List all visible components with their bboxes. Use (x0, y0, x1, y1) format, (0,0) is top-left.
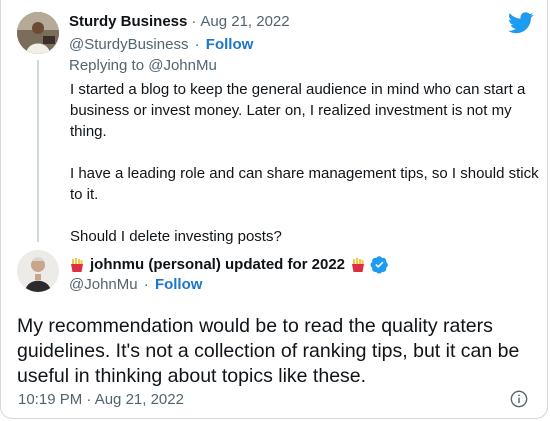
reply-handle-row: @SturdyBusiness · Follow (69, 36, 253, 53)
fries-emoji-icon (71, 257, 83, 272)
follow-button-johnmu[interactable]: Follow (155, 276, 203, 293)
main-handle-row: @JohnMu · Follow (69, 276, 202, 293)
separator: · (191, 13, 197, 30)
reply-paragraph: I have a leading role and can share mana… (70, 165, 539, 203)
main-author-row: johnmu (personal) updated for 2022 (69, 255, 389, 274)
reply-author-name[interactable]: Sturdy Business (69, 13, 187, 30)
reply-tweet-text: I started a blog to keep the general aud… (70, 79, 540, 268)
avatar-sturdy-business[interactable] (17, 12, 59, 54)
avatar-image (17, 250, 59, 292)
replying-to-line: Replying to @JohnMu (69, 57, 217, 74)
main-handle[interactable]: @JohnMu (69, 276, 138, 293)
tweet-timestamp[interactable]: 10:19 PM · Aug 21, 2022 (18, 391, 184, 408)
replying-prefix: Replying to (69, 57, 145, 74)
separator: · (194, 36, 200, 53)
main-author-name[interactable]: johnmu (personal) updated for 2022 (90, 256, 345, 273)
reply-handle[interactable]: @SturdyBusiness (69, 36, 188, 53)
reply-paragraph: Should I delete investing posts? (70, 228, 282, 245)
replying-to-handle[interactable]: @JohnMu (148, 57, 217, 74)
separator: · (143, 276, 149, 293)
verified-badge-icon (370, 256, 388, 274)
avatar-image (17, 12, 59, 54)
info-icon[interactable] (510, 390, 528, 408)
avatar-johnmu[interactable] (17, 250, 59, 292)
fries-emoji-icon (352, 257, 365, 272)
thread-connector-line (37, 60, 39, 242)
reply-paragraph: I started a blog to keep the general aud… (70, 81, 526, 140)
reply-date[interactable]: Aug 21, 2022 (200, 13, 289, 30)
main-tweet-text: My recommendation would be to read the q… (17, 315, 520, 387)
reply-author-row: Sturdy Business · Aug 21, 2022 (69, 13, 290, 30)
twitter-bird-icon[interactable] (508, 12, 534, 34)
follow-button-sturdy[interactable]: Follow (206, 36, 254, 53)
